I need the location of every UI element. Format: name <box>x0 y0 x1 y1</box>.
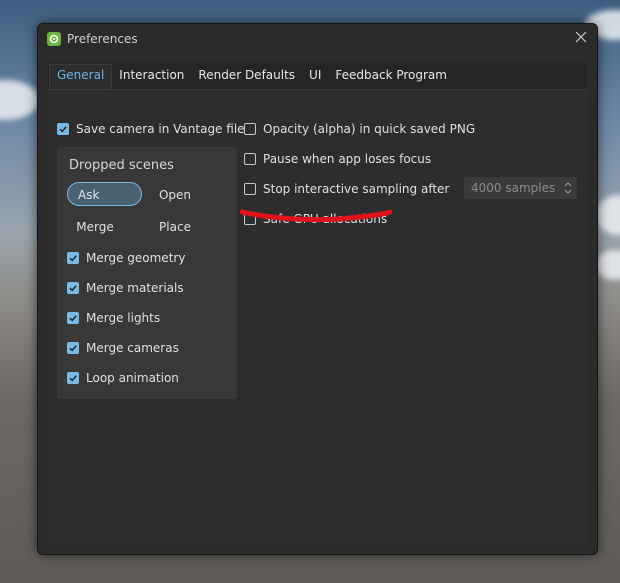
title-bar[interactable]: Preferences <box>38 24 597 55</box>
opacity-png-label: Opacity (alpha) in quick saved PNG <box>263 122 476 136</box>
cloud <box>0 80 40 120</box>
save-camera-option[interactable]: Save camera in Vantage file <box>57 120 245 138</box>
merge-lights-checkbox[interactable] <box>67 312 79 324</box>
dropped-scenes-group: Dropped scenes Ask Open Merge Place Merg… <box>57 147 237 399</box>
merge-lights-option[interactable]: Merge lights <box>67 309 160 327</box>
opacity-png-option[interactable]: Opacity (alpha) in quick saved PNG <box>244 120 475 138</box>
place-option[interactable]: Place <box>153 220 197 234</box>
stop-sampling-option[interactable]: Stop interactive sampling after <box>244 180 449 198</box>
tab-bar: General Interaction Render Defaults UI F… <box>48 63 587 90</box>
spin-arrows-icon[interactable] <box>564 180 572 196</box>
merge-materials-option[interactable]: Merge materials <box>67 279 184 297</box>
merge-option[interactable]: Merge <box>71 220 119 234</box>
app-logo-icon <box>47 32 61 46</box>
opacity-png-checkbox[interactable] <box>244 123 256 135</box>
tab-interaction[interactable]: Interaction <box>112 65 191 90</box>
stop-sampling-label: Stop interactive sampling after <box>263 182 450 196</box>
merge-cameras-checkbox[interactable] <box>67 342 79 354</box>
tab-render-defaults[interactable]: Render Defaults <box>191 65 302 90</box>
preferences-window: Preferences General Interaction Render D… <box>37 23 598 555</box>
merge-geometry-checkbox[interactable] <box>67 252 79 264</box>
cloud <box>595 250 620 280</box>
merge-materials-checkbox[interactable] <box>67 282 79 294</box>
open-option[interactable]: Open <box>153 188 197 202</box>
tab-ui[interactable]: UI <box>302 65 328 90</box>
merge-lights-label: Merge lights <box>86 311 161 325</box>
samples-spinbox[interactable]: 4000 samples <box>464 177 577 199</box>
dropped-scenes-title: Dropped scenes <box>69 158 174 173</box>
pause-focus-label: Pause when app loses focus <box>263 152 432 166</box>
merge-geometry-option[interactable]: Merge geometry <box>67 249 185 267</box>
pause-focus-option[interactable]: Pause when app loses focus <box>244 150 431 168</box>
loop-animation-label: Loop animation <box>86 371 179 385</box>
merge-geometry-label: Merge geometry <box>86 251 186 265</box>
merge-materials-label: Merge materials <box>86 281 184 295</box>
tab-feedback-program[interactable]: Feedback Program <box>328 65 454 90</box>
merge-cameras-option[interactable]: Merge cameras <box>67 339 179 357</box>
ask-option[interactable]: Ask <box>67 182 142 206</box>
window-title: Preferences <box>67 32 138 46</box>
loop-animation-option[interactable]: Loop animation <box>67 369 179 387</box>
preferences-content: General Interaction Render Defaults UI F… <box>48 63 587 544</box>
save-camera-label: Save camera in Vantage file <box>76 122 245 136</box>
stop-sampling-checkbox[interactable] <box>244 183 256 195</box>
merge-cameras-label: Merge cameras <box>86 341 179 355</box>
tab-general[interactable]: General <box>49 64 113 90</box>
cloud <box>595 195 620 235</box>
general-panel: Save camera in Vantage file Dropped scen… <box>48 90 587 544</box>
loop-animation-checkbox[interactable] <box>67 372 79 384</box>
red-underline-annotation <box>240 209 393 223</box>
samples-value: 4000 samples <box>471 181 556 195</box>
pause-focus-checkbox[interactable] <box>244 153 256 165</box>
close-icon[interactable] <box>573 30 589 46</box>
save-camera-checkbox[interactable] <box>57 123 69 135</box>
